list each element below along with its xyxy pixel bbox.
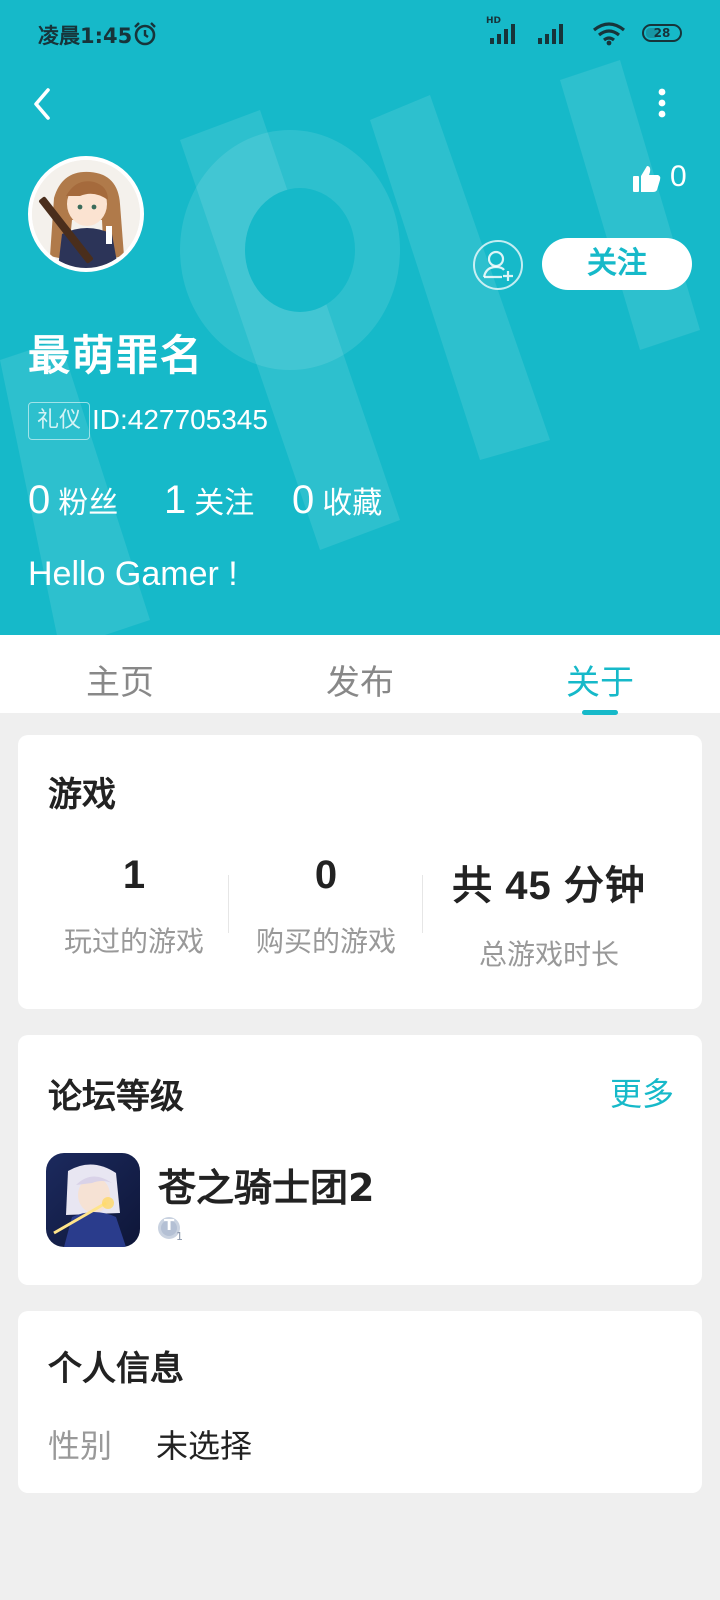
games-card-title: 游戏 bbox=[48, 775, 116, 815]
played-games-stat[interactable]: 1 玩过的游戏 bbox=[54, 853, 214, 960]
games-card: 游戏 1 玩过的游戏 0 购买的游戏 共 45 分钟 总游戏时长 bbox=[18, 735, 702, 1009]
forum-card-title: 论坛等级 bbox=[48, 1077, 184, 1117]
bought-games-count: 0 bbox=[314, 853, 338, 897]
more-link[interactable]: 更多 bbox=[610, 1069, 674, 1115]
divider bbox=[422, 875, 423, 933]
bought-games-label: 购买的游戏 bbox=[255, 925, 396, 958]
signal-icon: HD bbox=[486, 16, 522, 46]
favorites-label: 收藏 bbox=[322, 486, 383, 521]
favorites-count: 0 bbox=[292, 478, 315, 522]
avatar-image bbox=[32, 160, 140, 268]
level-number: 1 bbox=[176, 1230, 183, 1243]
game-icon[interactable] bbox=[46, 1153, 140, 1247]
title-badge[interactable]: 礼仪 bbox=[28, 402, 90, 440]
profile-header: 凌晨1:45 HD 28 0 关注 最萌罪名 礼仪 ID:427705345 0… bbox=[0, 0, 720, 635]
favorites-stat[interactable]: 0 收藏 bbox=[292, 478, 382, 523]
gender-value: 未选择 bbox=[156, 1427, 253, 1465]
signal-icon bbox=[538, 24, 563, 44]
status-bar: 凌晨1:45 HD 28 bbox=[0, 0, 720, 70]
played-games-count: 1 bbox=[122, 853, 146, 897]
active-tab-indicator bbox=[582, 710, 618, 715]
avatar[interactable] bbox=[28, 156, 144, 272]
tab-home[interactable]: 主页 bbox=[60, 655, 180, 704]
battery-icon: 28 bbox=[642, 24, 682, 42]
follow-button[interactable]: 关注 bbox=[542, 238, 692, 290]
status-time: 凌晨1:45 bbox=[38, 24, 133, 48]
level-letter: T bbox=[164, 1216, 175, 1234]
battery-level: 28 bbox=[653, 26, 671, 40]
bought-games-stat[interactable]: 0 购买的游戏 bbox=[246, 853, 406, 960]
info-card-title: 个人信息 bbox=[48, 1349, 184, 1389]
tab-about[interactable]: 关于 bbox=[540, 655, 660, 704]
fans-label: 粉丝 bbox=[58, 486, 119, 521]
divider bbox=[228, 875, 229, 933]
profile-tabs: 主页 发布 关于 bbox=[0, 635, 720, 713]
playtime-stat: 共 45 分钟 总游戏时长 bbox=[434, 853, 664, 973]
wifi-icon bbox=[593, 22, 625, 46]
following-count: 1 bbox=[164, 478, 187, 522]
watermark-logo bbox=[0, 60, 700, 635]
played-games-label: 玩过的游戏 bbox=[63, 925, 204, 958]
tab-posts[interactable]: 发布 bbox=[300, 655, 420, 704]
personal-info-card: 个人信息 性别 未选择 bbox=[18, 1311, 702, 1493]
profile-bio: Hello Gamer ! bbox=[28, 555, 238, 593]
profile-nickname: 最萌罪名 bbox=[28, 331, 205, 380]
game-name[interactable]: 苍之骑士团2 bbox=[158, 1157, 374, 1212]
fans-count: 0 bbox=[28, 478, 51, 522]
playtime-label: 总游戏时长 bbox=[478, 938, 619, 971]
user-id: ID:427705345 bbox=[92, 404, 268, 435]
alarm-icon bbox=[134, 22, 156, 46]
more-vertical-icon[interactable] bbox=[654, 86, 670, 122]
following-label: 关注 bbox=[194, 486, 255, 521]
back-button[interactable] bbox=[28, 86, 60, 122]
following-stat[interactable]: 1 关注 bbox=[164, 478, 254, 523]
forum-level-card: 论坛等级 更多 苍之骑士团2 T 1 bbox=[18, 1035, 702, 1285]
like-count: 0 bbox=[670, 160, 687, 193]
gender-label: 性别 bbox=[48, 1427, 113, 1465]
playtime-value: 共 45 分钟 bbox=[452, 864, 646, 908]
add-friend-button[interactable] bbox=[472, 239, 524, 291]
thumbs-up-icon bbox=[633, 166, 661, 192]
fans-stat[interactable]: 0 粉丝 bbox=[28, 478, 118, 523]
status-icons: HD 28 bbox=[482, 16, 682, 48]
